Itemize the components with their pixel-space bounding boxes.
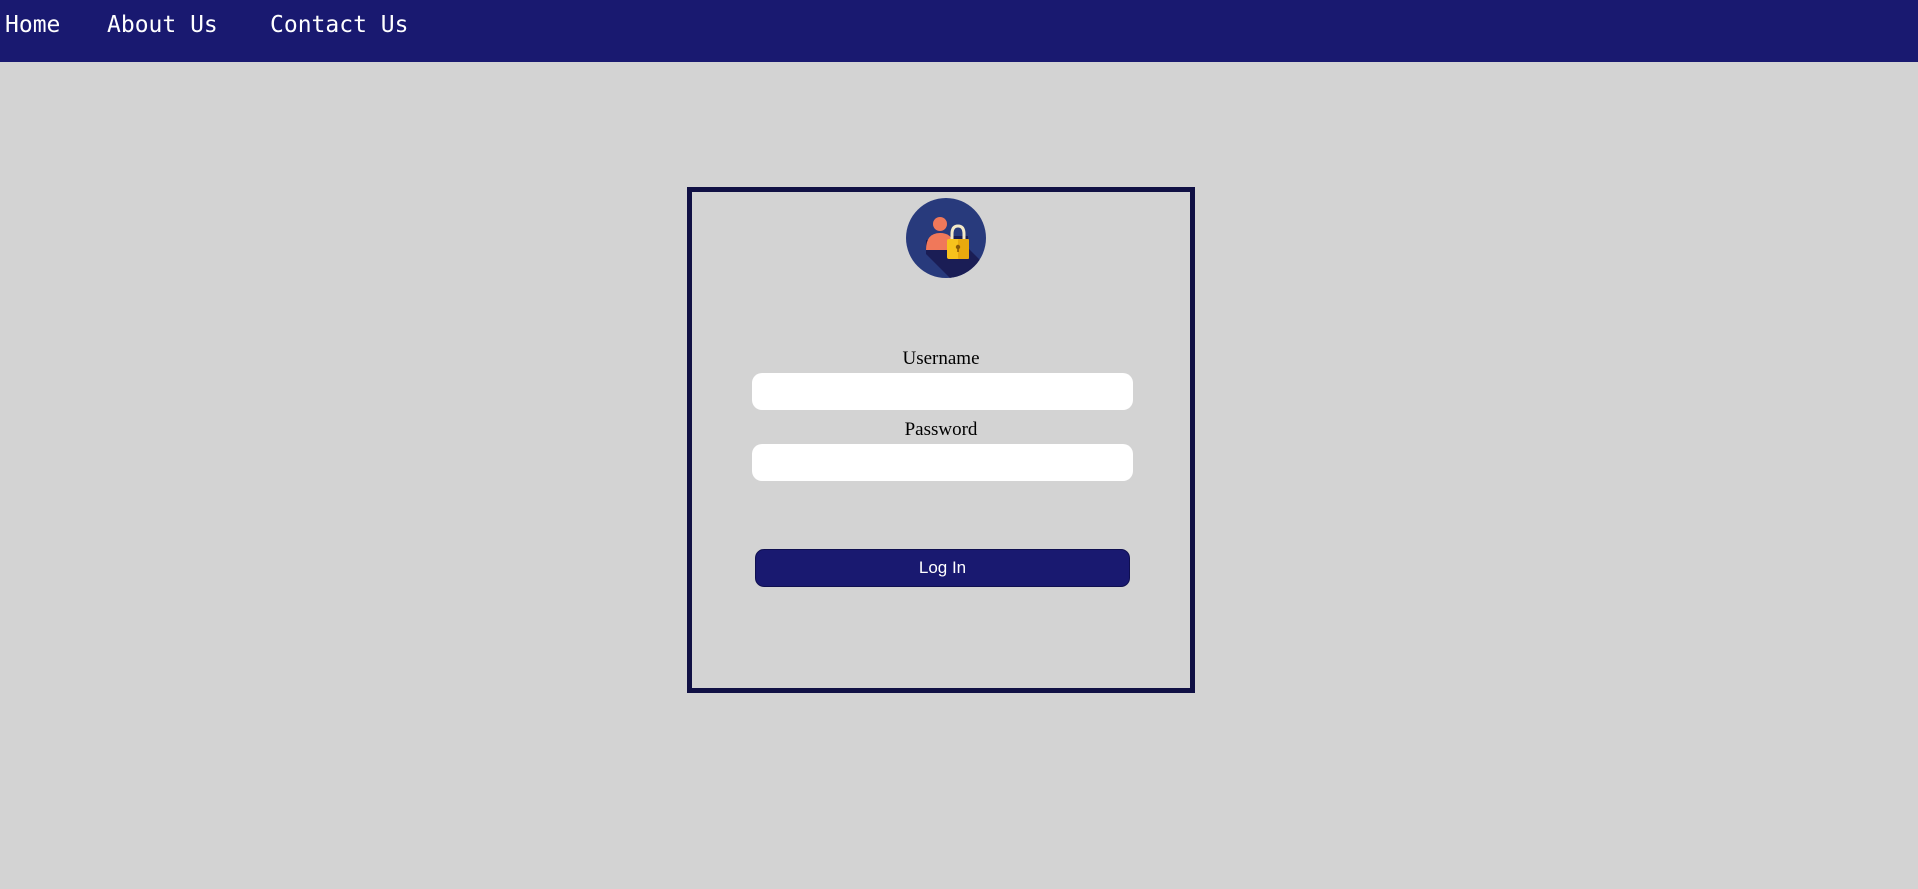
- username-label: Username: [902, 348, 980, 369]
- nav-link-contact-us[interactable]: Contact Us: [270, 12, 408, 38]
- username-input[interactable]: [752, 373, 1133, 410]
- login-box: Username Password Log In: [687, 187, 1195, 693]
- navbar: Home About Us Contact Us: [0, 0, 1918, 62]
- nav-link-home[interactable]: Home: [5, 12, 60, 38]
- user-lock-icon: [906, 198, 986, 278]
- login-button[interactable]: Log In: [755, 549, 1130, 587]
- nav-link-about-us[interactable]: About Us: [107, 12, 218, 38]
- password-label: Password: [904, 419, 978, 440]
- password-input[interactable]: [752, 444, 1133, 481]
